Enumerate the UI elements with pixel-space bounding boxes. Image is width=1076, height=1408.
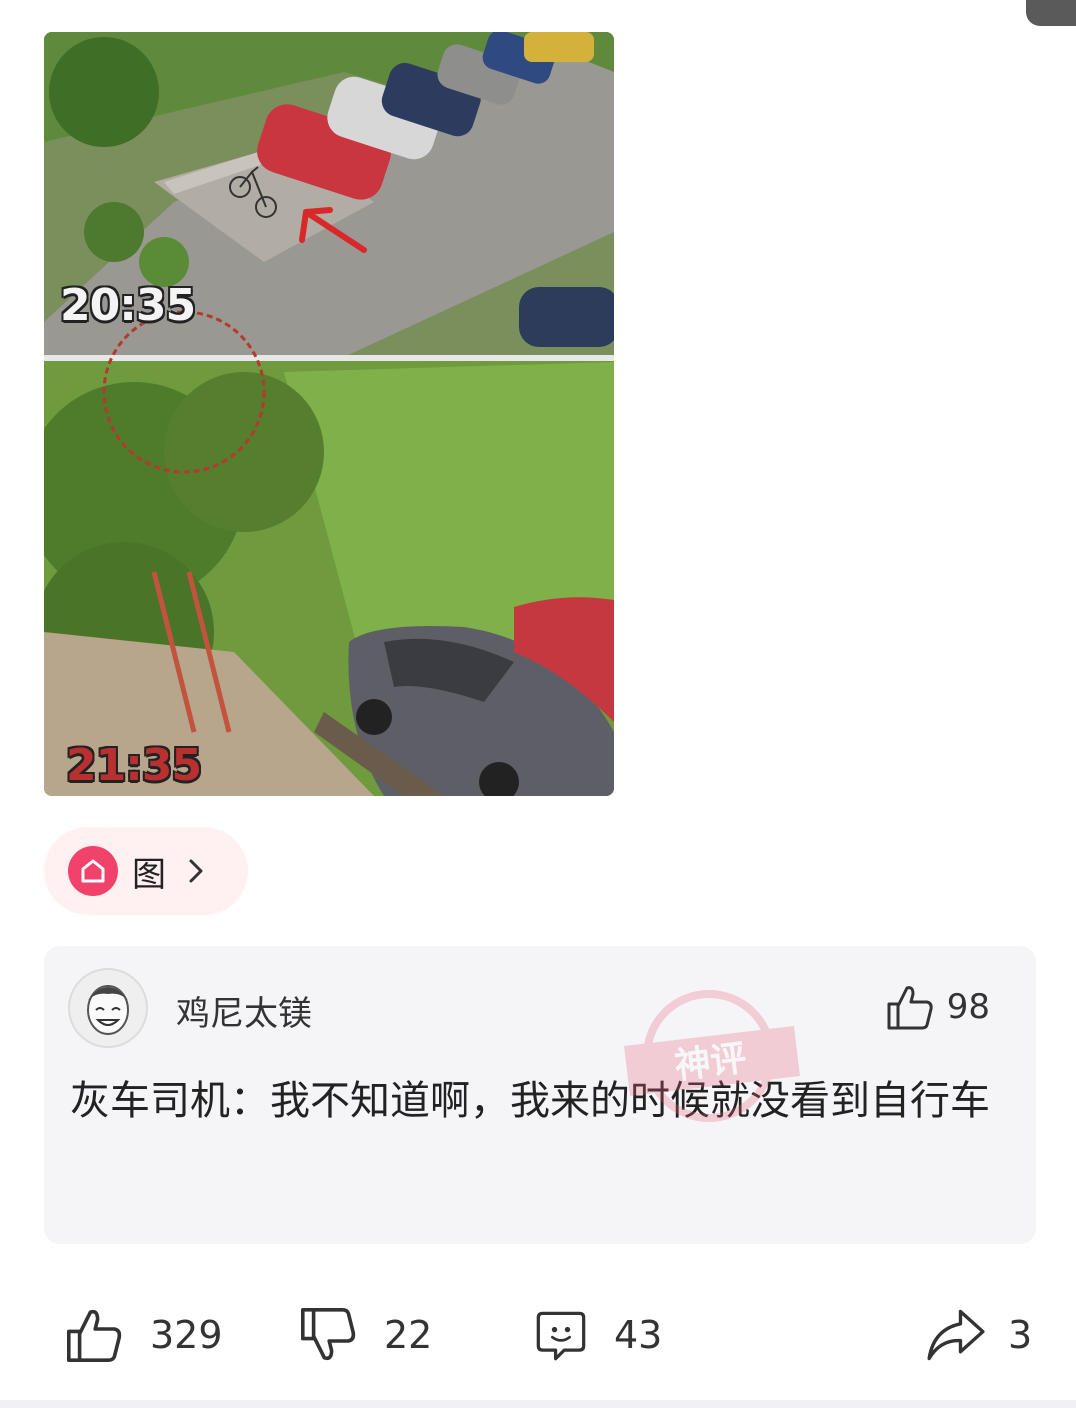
home-icon xyxy=(68,846,118,896)
action-bar: 329 22 43 3 xyxy=(0,1290,1076,1380)
post-image[interactable]: 20:35 21:35 xyxy=(44,32,614,796)
dislike-count: 22 xyxy=(384,1313,433,1357)
avatar[interactable] xyxy=(68,968,148,1048)
share-button[interactable]: 3 xyxy=(924,1290,1032,1380)
post-image-illustration xyxy=(44,32,614,796)
comment-username[interactable]: 鸡尼太镁 xyxy=(176,986,312,1035)
thumbs-up-icon xyxy=(887,986,933,1030)
thumbs-up-icon xyxy=(67,1309,122,1362)
comment-icon xyxy=(536,1311,586,1361)
featured-comment-card[interactable]: 鸡尼太镁 98 灰车司机：我不知道啊，我来的时候就没看到自行车 神评 xyxy=(44,946,1036,1244)
tag-label: 图 xyxy=(132,854,166,895)
dislike-button[interactable]: 22 xyxy=(298,1290,432,1380)
comment-button[interactable]: 43 xyxy=(534,1290,662,1380)
chevron-right-icon xyxy=(188,858,204,884)
like-button[interactable]: 329 xyxy=(64,1290,223,1380)
comment-text: 灰车司机：我不知道啊，我来的时候就没看到自行车 xyxy=(70,1078,990,1124)
comment-count: 43 xyxy=(614,1313,663,1357)
timestamp-bottom: 21:35 xyxy=(66,740,202,791)
like-count: 329 xyxy=(150,1313,223,1357)
share-count: 3 xyxy=(1008,1313,1033,1357)
featured-comment-watermark: 神评 xyxy=(614,976,804,1140)
comment-like-button[interactable]: 98 xyxy=(885,982,990,1032)
watermark-text: 神评 xyxy=(672,1038,748,1087)
timestamp-top: 20:35 xyxy=(60,280,196,331)
bottom-divider xyxy=(0,1400,1076,1408)
comment-like-count: 98 xyxy=(946,987,990,1027)
image-tag-chip[interactable]: 图 xyxy=(44,827,248,915)
corner-tab[interactable] xyxy=(1026,0,1076,26)
share-icon xyxy=(927,1309,985,1361)
thumbs-down-icon xyxy=(301,1308,356,1361)
